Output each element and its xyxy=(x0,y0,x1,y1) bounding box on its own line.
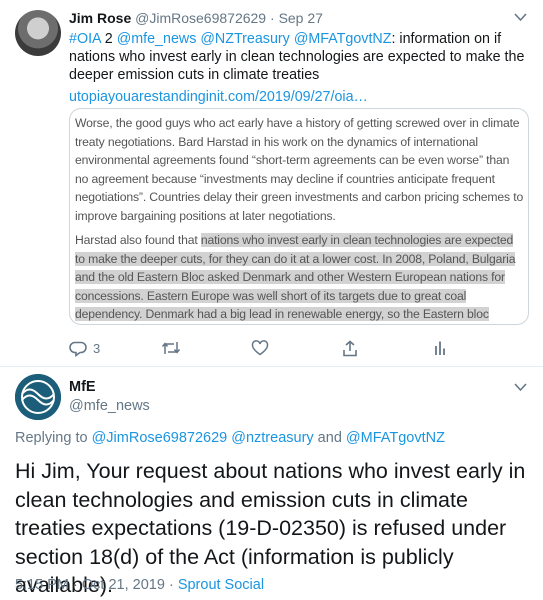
attached-image[interactable]: Worse, the good guys who act early have … xyxy=(69,108,529,325)
analytics-button[interactable] xyxy=(433,340,447,356)
tweet-text-segment: 2 xyxy=(100,31,117,47)
timestamp[interactable]: 5:15 PM · Oct 21, 2019 · xyxy=(15,577,178,593)
hashtag-link[interactable]: #OIA xyxy=(69,31,101,47)
mention-link[interactable]: @NZTreasury xyxy=(200,31,289,47)
avatar[interactable] xyxy=(15,10,61,56)
tweet-date[interactable]: Sep 27 xyxy=(279,10,323,26)
replying-users-link[interactable]: @JimRose69872629 @nztreasury xyxy=(92,430,314,446)
user-name[interactable]: MfE xyxy=(69,379,96,395)
tweet-header: Jim Rose @JimRose69872629 · Sep 27 xyxy=(69,10,323,26)
tweet-jim-rose[interactable]: Jim Rose @JimRose69872629 · Sep 27 #OIA … xyxy=(0,0,543,367)
tweet-text: #OIA 2 @mfe_news @NZTreasury @MFATgovtNZ… xyxy=(69,30,529,106)
tweet-metadata: 5:15 PM · Oct 21, 2019 · Sprout Social xyxy=(15,577,264,593)
mfe-logo-icon xyxy=(15,374,61,424)
like-icon xyxy=(251,340,269,356)
reply-count: 3 xyxy=(93,341,101,356)
user-handle[interactable]: @mfe_news xyxy=(69,398,150,414)
like-button[interactable] xyxy=(251,340,269,356)
image-paragraph: Worse, the good guys who act early have … xyxy=(75,116,524,223)
analytics-icon xyxy=(433,340,447,356)
replying-prefix: Replying to xyxy=(15,430,92,446)
tweet-mfe-reply[interactable]: MfE @mfe_news Replying to @JimRose698726… xyxy=(0,366,543,597)
user-handle[interactable]: @JimRose69872629 xyxy=(135,10,266,26)
chevron-down-icon[interactable] xyxy=(514,10,527,25)
user-name[interactable]: Jim Rose xyxy=(69,10,131,26)
chevron-down-icon[interactable] xyxy=(514,380,527,395)
mention-link[interactable]: @mfe_news xyxy=(117,31,197,47)
avatar[interactable] xyxy=(15,374,61,420)
reply-button[interactable]: 3 xyxy=(69,340,100,357)
replying-and: and xyxy=(313,430,346,446)
separator: · xyxy=(270,10,275,26)
tweet-actions: 3 xyxy=(69,340,469,358)
replying-to: Replying to @JimRose69872629 @nztreasury… xyxy=(15,430,445,446)
image-text: Worse, the good guys who act early have … xyxy=(75,114,525,324)
share-button[interactable] xyxy=(342,340,358,357)
image-text-plain: Harstad also found that xyxy=(75,233,201,247)
retweet-button[interactable] xyxy=(161,340,181,356)
reply-icon xyxy=(69,340,87,357)
share-icon xyxy=(342,340,358,357)
image-paragraph: Harstad also found that nations who inve… xyxy=(75,231,525,324)
url-link[interactable]: utopiayouarestandinginit.com/2019/09/27/… xyxy=(69,89,368,105)
source-link[interactable]: Sprout Social xyxy=(178,577,264,593)
replying-user-link[interactable]: @MFATgovtNZ xyxy=(346,430,445,446)
mention-link[interactable]: @MFATgovtNZ xyxy=(294,31,392,47)
retweet-icon xyxy=(161,340,181,356)
